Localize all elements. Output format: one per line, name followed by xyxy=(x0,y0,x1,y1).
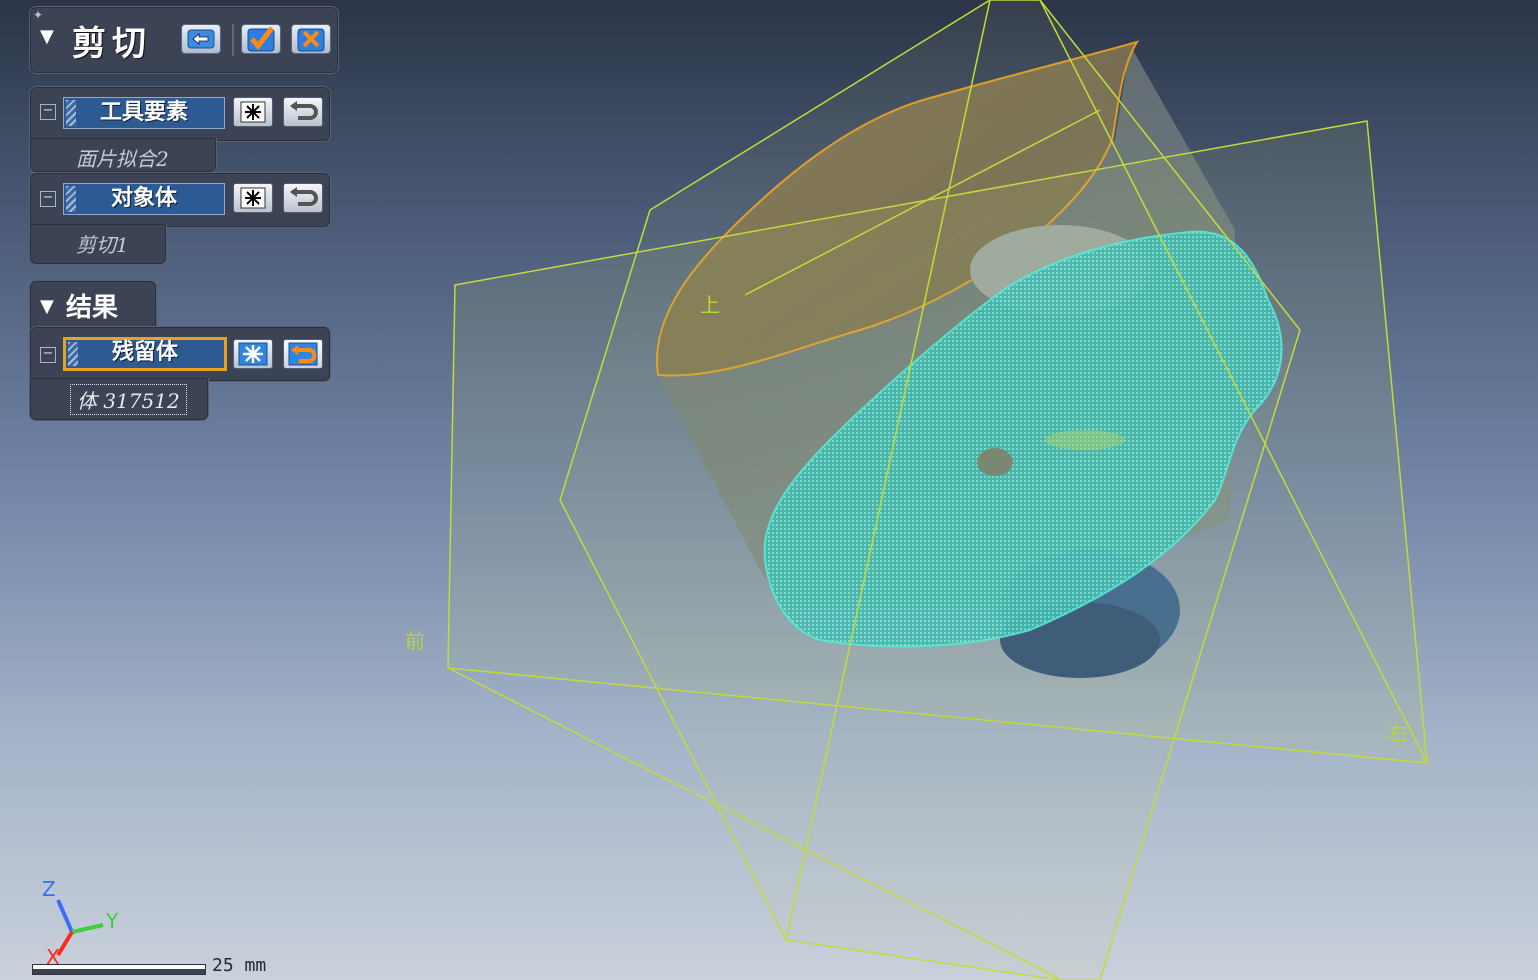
scale-label: 25 mm xyxy=(212,955,267,976)
3d-viewport[interactable]: 上 前 右 Z Y X xyxy=(0,0,1538,980)
target-body-label: 对象体 xyxy=(110,186,177,211)
remain-body-undo-button[interactable] xyxy=(283,339,323,369)
view-label-top: 上 xyxy=(700,293,720,317)
collapse-triangle-icon[interactable]: ▼ xyxy=(40,26,54,47)
remain-body-label: 残留体 xyxy=(111,340,178,365)
view-label-front: 前 xyxy=(405,629,425,653)
axis-z-label: Z xyxy=(42,877,56,901)
plane-front xyxy=(559,0,1301,980)
ok-button[interactable] xyxy=(241,24,281,54)
remain-body-collapse[interactable]: − xyxy=(40,347,56,363)
target-body-collapse[interactable]: − xyxy=(40,191,56,207)
tool-elements-label: 工具要素 xyxy=(99,100,188,125)
target-body-value: 剪切1 xyxy=(76,233,129,257)
back-button[interactable] xyxy=(181,24,221,54)
scale-bar xyxy=(32,964,206,975)
view-label-right: 右 xyxy=(1388,721,1408,745)
close-x-icon xyxy=(297,28,325,52)
axis-y-label: Y xyxy=(105,909,119,933)
asterisk-select-icon xyxy=(240,187,266,209)
remain-body-select-button[interactable] xyxy=(233,339,273,369)
target-body-undo-button[interactable] xyxy=(283,183,323,213)
axis-triad: Z Y X xyxy=(42,877,119,969)
tool-elements-select-button[interactable] xyxy=(233,97,273,127)
pin-icon[interactable]: ✦ xyxy=(33,8,43,22)
checkmark-icon xyxy=(247,26,275,52)
back-arrow-icon xyxy=(187,29,215,49)
reference-planes xyxy=(447,0,1428,980)
toolbar-separator xyxy=(232,24,234,56)
result-collapse-triangle-icon[interactable]: ▼ xyxy=(40,296,54,317)
command-title: 剪切 xyxy=(72,24,152,64)
undo-arrow-icon xyxy=(288,342,318,366)
tool-elements-collapse[interactable]: − xyxy=(40,104,56,120)
asterisk-select-icon xyxy=(238,342,268,366)
target-body-field[interactable]: 对象体 xyxy=(63,183,225,215)
target-body-select-button[interactable] xyxy=(233,183,273,213)
tool-elements-field[interactable]: 工具要素 xyxy=(63,97,225,129)
result-header: 结果 xyxy=(66,293,119,323)
undo-arrow-icon xyxy=(290,187,318,206)
asterisk-select-icon xyxy=(240,101,266,123)
undo-arrow-icon xyxy=(290,101,318,120)
remain-body-value: 体 317512 xyxy=(70,384,187,415)
remain-body-field[interactable]: 残留体 xyxy=(63,337,227,371)
tool-elements-undo-button[interactable] xyxy=(283,97,323,127)
tool-elements-value: 面片拟合2 xyxy=(76,147,169,171)
cancel-button[interactable] xyxy=(291,24,331,54)
